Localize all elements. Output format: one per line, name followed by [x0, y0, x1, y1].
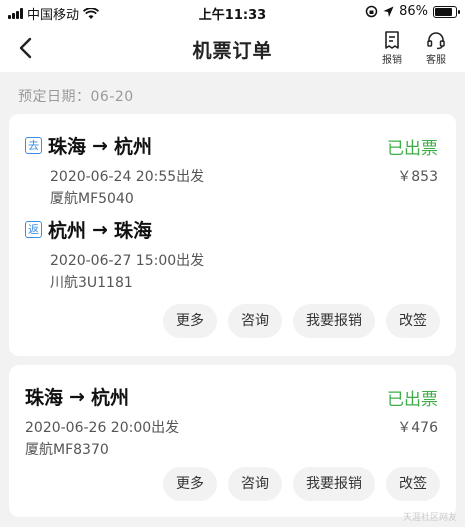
- departure-time: 2020-06-24 20:55出发: [50, 169, 205, 185]
- change-ticket-button[interactable]: 改签: [386, 467, 440, 501]
- report-button[interactable]: 报销: [374, 30, 410, 70]
- customer-service-button[interactable]: 客服: [418, 30, 454, 70]
- flight-number: 厦航MF5040: [50, 191, 134, 207]
- departure-time: 2020-06-27 15:00出发: [50, 253, 205, 269]
- location-icon: [383, 6, 394, 17]
- orientation-lock-icon: [365, 5, 378, 18]
- route-arrow-icon: →: [92, 134, 108, 157]
- watermark: 天涯社区网友: [402, 513, 457, 523]
- order-card[interactable]: 珠海 → 杭州 2020-06-26 20:00出发 厦航MF8370 已出票 …: [9, 365, 456, 517]
- outbound-tag: 去: [25, 137, 42, 154]
- return-tag: 返: [25, 221, 42, 238]
- reimburse-button[interactable]: 我要报销: [293, 304, 375, 338]
- battery-icon: [433, 5, 460, 18]
- reimburse-button[interactable]: 我要报销: [293, 467, 375, 501]
- service-label: 客服: [426, 55, 446, 66]
- headset-icon: [427, 32, 445, 50]
- destination-city: 珠海: [114, 220, 153, 242]
- flight-number: 川航3U1181: [50, 275, 133, 291]
- destination-city: 杭州: [91, 387, 130, 409]
- outbound-segment: 去 珠海 → 杭州 2020-06-24 20:55出发 厦航MF5040: [25, 132, 204, 208]
- consult-button[interactable]: 咨询: [228, 467, 282, 501]
- return-segment: 返 杭州 → 珠海 2020-06-27 15:00出发 川航3U1181: [25, 216, 204, 292]
- ticket-status: 已出票: [387, 139, 438, 159]
- report-label: 报销: [382, 55, 402, 66]
- route-arrow-icon: →: [92, 218, 108, 241]
- ticket-status: 已出票: [387, 390, 438, 410]
- order-price: ￥476: [397, 420, 438, 436]
- change-ticket-button[interactable]: 改签: [386, 304, 440, 338]
- origin-city: 珠海: [25, 387, 64, 409]
- receipt-icon: [385, 31, 399, 49]
- nav-bar: 机票订单 报销 客服: [0, 26, 465, 72]
- destination-city: 杭州: [114, 136, 153, 158]
- departure-time: 2020-06-26 20:00出发: [25, 420, 180, 436]
- order-card[interactable]: 去 珠海 → 杭州 2020-06-24 20:55出发 厦航MF5040 返 …: [9, 114, 456, 356]
- consult-button[interactable]: 咨询: [228, 304, 282, 338]
- more-button[interactable]: 更多: [163, 467, 217, 501]
- route-arrow-icon: →: [69, 385, 85, 408]
- more-button[interactable]: 更多: [163, 304, 217, 338]
- booking-date: 预定日期：06-20: [18, 89, 134, 105]
- origin-city: 杭州: [48, 220, 87, 242]
- flight-number: 厦航MF8370: [25, 442, 109, 458]
- status-bar: 中国移动 上午11:33 86%: [0, 0, 465, 26]
- flight-segment: 珠海 → 杭州 2020-06-26 20:00出发 厦航MF8370: [25, 383, 179, 459]
- order-price: ￥853: [397, 169, 438, 185]
- origin-city: 珠海: [48, 136, 87, 158]
- battery-percent: 86%: [399, 4, 428, 19]
